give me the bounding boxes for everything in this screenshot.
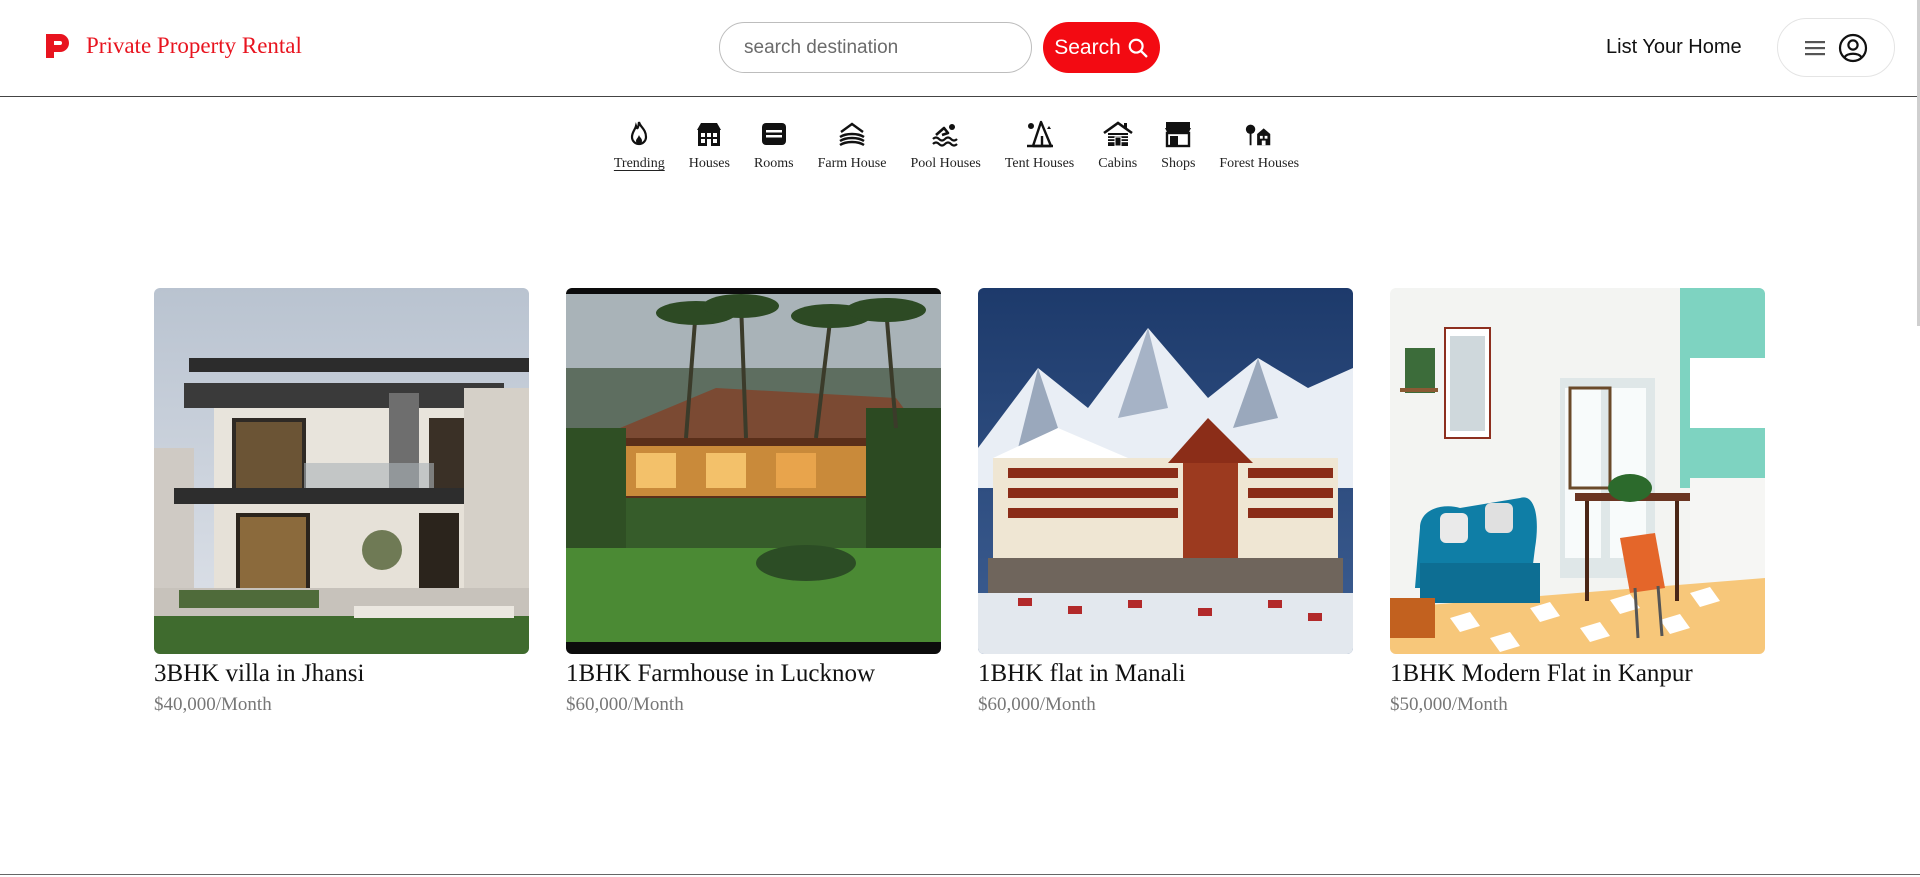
listing-card[interactable]: 3BHK villa in Jhansi $40,000/Month	[154, 288, 529, 716]
listing-title[interactable]: 1BHK Farmhouse in Lucknow	[566, 660, 941, 688]
cabin-icon	[1102, 121, 1133, 147]
category-label: Cabins	[1098, 156, 1138, 171]
listing-title[interactable]: 1BHK flat in Manali	[978, 660, 1353, 688]
category-label: Houses	[688, 156, 730, 171]
bed-icon	[761, 123, 786, 145]
listing-image-kanpur[interactable]	[1390, 288, 1765, 654]
listing-card[interactable]: 1BHK Modern Flat in Kanpur $50,000/Month	[1390, 288, 1765, 716]
category-forest-houses[interactable]: Forest Houses	[1219, 118, 1299, 172]
category-rooms[interactable]: Rooms	[754, 118, 794, 172]
tent-icon	[1026, 120, 1053, 148]
brand-logo-icon	[46, 34, 69, 58]
shop-icon	[1165, 122, 1192, 148]
listing-image-farmhouse[interactable]	[566, 288, 941, 654]
search-bar: Search	[719, 22, 1160, 73]
user-menu-button[interactable]	[1777, 18, 1895, 77]
category-label: Forest Houses	[1219, 156, 1300, 171]
fire-icon	[631, 121, 648, 146]
category-bar: Trending Houses Rooms Farm House Pool Ho…	[0, 118, 1920, 172]
house-icon	[697, 123, 722, 146]
category-label: Trending	[613, 156, 665, 171]
forest-house-icon	[1246, 124, 1271, 146]
swimmer-icon	[931, 124, 958, 147]
category-label: Farm House	[817, 156, 887, 171]
category-label: Pool Houses	[910, 156, 981, 171]
hamburger-icon	[1805, 40, 1825, 55]
list-your-home-link[interactable]: List Your Home	[1606, 36, 1742, 59]
brand-name: Private Property Rental	[86, 33, 302, 58]
footer-divider	[0, 874, 1920, 875]
top-navbar: Private Property Rental Search List Your…	[0, 0, 1920, 97]
user-avatar-icon	[1838, 33, 1868, 62]
listing-title[interactable]: 1BHK Modern Flat in Kanpur	[1390, 660, 1765, 688]
category-pool-houses[interactable]: Pool Houses	[910, 118, 981, 172]
category-houses[interactable]: Houses	[689, 118, 730, 172]
search-icon	[1128, 38, 1148, 57]
category-label: Shops	[1161, 156, 1196, 171]
listing-title[interactable]: 3BHK villa in Jhansi	[154, 660, 529, 688]
search-input[interactable]	[719, 22, 1032, 73]
brand-link[interactable]: Private Property Rental	[42, 30, 302, 62]
category-label: Rooms	[753, 156, 794, 171]
listing-grid: 3BHK villa in Jhansi $40,000/Month 1BHK …	[154, 288, 1765, 716]
listing-card[interactable]: 1BHK flat in Manali $60,000/Month	[978, 288, 1353, 716]
category-farm-house[interactable]: Farm House	[817, 118, 887, 172]
category-label: Tent Houses	[1004, 156, 1075, 171]
search-button[interactable]: Search	[1043, 22, 1160, 73]
farm-house-icon	[839, 122, 865, 147]
search-button-label: Search	[1054, 35, 1121, 59]
listing-price: $60,000/Month	[978, 694, 1096, 715]
listing-image-manali[interactable]	[978, 288, 1353, 654]
category-tent-houses[interactable]: Tent Houses	[1005, 118, 1074, 172]
listing-price: $60,000/Month	[566, 694, 684, 715]
listing-price: $40,000/Month	[154, 694, 272, 715]
category-cabins[interactable]: Cabins	[1098, 118, 1137, 172]
listing-card[interactable]: 1BHK Farmhouse in Lucknow $60,000/Month	[566, 288, 941, 716]
listing-image-villa[interactable]	[154, 288, 529, 654]
listing-price: $50,000/Month	[1390, 694, 1508, 715]
category-shops[interactable]: Shops	[1161, 118, 1195, 172]
category-trending[interactable]: Trending	[614, 118, 665, 172]
